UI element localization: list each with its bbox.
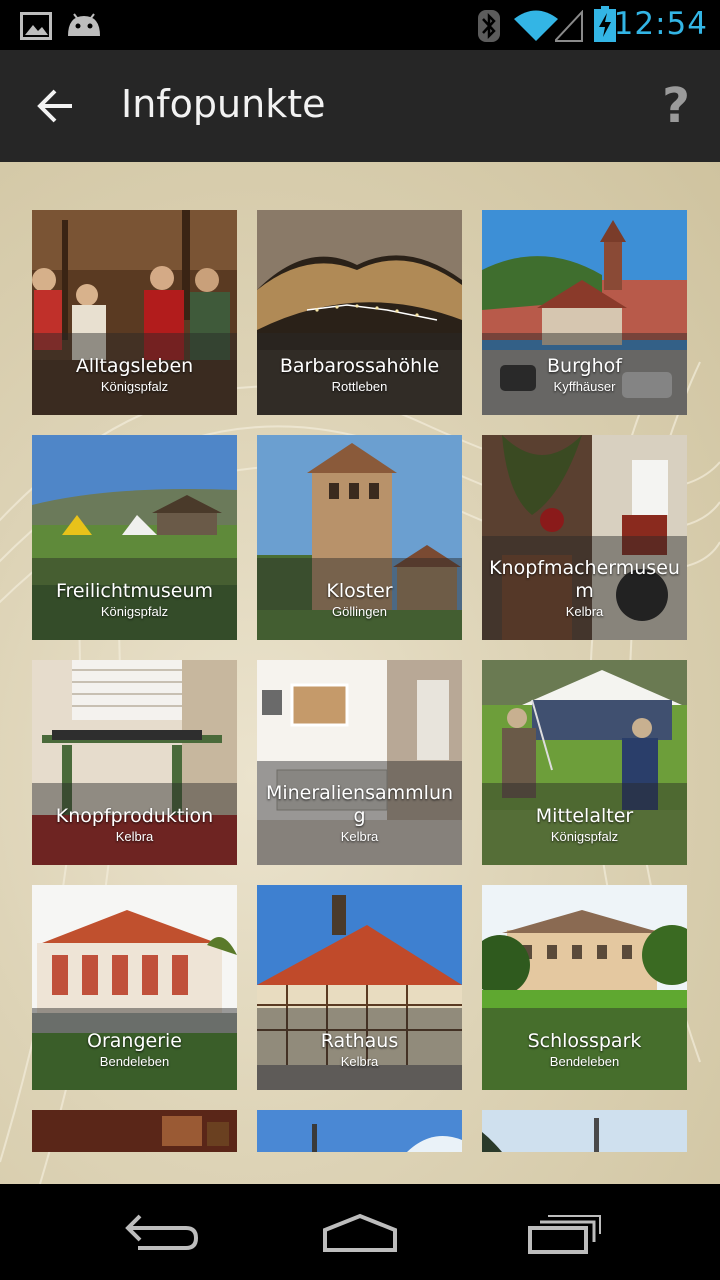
tile-caption: Knopfproduktion Kelbra — [32, 805, 237, 845]
tile-photo — [482, 1110, 687, 1152]
tile-name: Mittelalter — [535, 805, 634, 827]
tile-name: Orangerie — [87, 1030, 182, 1052]
info-tile-mittelalter[interactable]: Mittelalter Königspfalz — [482, 660, 687, 865]
signal-icon — [555, 10, 583, 42]
tile-caption: Rathaus Kelbra — [257, 1030, 462, 1070]
tile-name: Kloster — [326, 580, 393, 602]
status-bar: 12:54 — [0, 0, 720, 50]
content-area[interactable]: Alltagsleben Königspfalz Barbarossahöhle… — [0, 162, 720, 1184]
tile-caption: Freilichtmuseum Königspfalz — [32, 580, 237, 620]
tile-photo — [32, 1110, 237, 1152]
bluetooth-icon — [478, 10, 500, 42]
nav-back-button[interactable] — [116, 1206, 206, 1262]
tile-caption: Barbarossahöhle Rottleben — [257, 355, 462, 395]
tile-caption: Burghof Kyffhäuser — [482, 355, 687, 395]
android-notification-icon — [68, 13, 100, 36]
tile-place: Königspfalz — [100, 379, 169, 394]
info-tile-rathaus[interactable]: Rathaus Kelbra — [257, 885, 462, 1090]
image-notification-icon — [20, 12, 52, 40]
tile-caption: Schlosspark Bendeleben — [482, 1030, 687, 1070]
tile-caption: Mineraliensammlung Kelbra — [257, 782, 462, 845]
tile-caption: Mittelalter Königspfalz — [482, 805, 687, 845]
info-tile-barbarossahoehle[interactable]: Barbarossahöhle Rottleben — [257, 210, 462, 415]
arrow-left-icon — [37, 89, 72, 123]
info-tile-freilichtmuseum[interactable]: Freilichtmuseum Königspfalz — [32, 435, 237, 640]
tile-place: Göllingen — [332, 604, 387, 619]
info-tile-knopfproduktion[interactable]: Knopfproduktion Kelbra — [32, 660, 237, 865]
tile-name: Burghof — [547, 355, 622, 377]
tile-place: Kyffhäuser — [553, 379, 616, 394]
tile-name: Mineraliensammlung — [265, 782, 454, 827]
tile-place: Kelbra — [340, 829, 379, 844]
info-tile-mineraliensammlung[interactable]: Mineraliensammlung Kelbra — [257, 660, 462, 865]
info-tile-knopfmachermuseum[interactable]: Knopfmachermuseum Kelbra — [482, 435, 687, 640]
navigation-bar — [0, 1184, 720, 1280]
tile-caption: Orangerie Bendeleben — [32, 1030, 237, 1070]
tile-photo — [257, 1110, 462, 1152]
tile-caption: Alltagsleben Königspfalz — [32, 355, 237, 395]
page-title: Infopunkte — [121, 82, 326, 126]
status-clock: 12:54 — [613, 6, 708, 42]
tile-name: Barbarossahöhle — [279, 355, 440, 377]
info-tile-alltagsleben[interactable]: Alltagsleben Königspfalz — [32, 210, 237, 415]
tile-place: Bendeleben — [99, 1054, 170, 1069]
action-bar: Infopunkte ? — [0, 50, 720, 162]
tile-name: Alltagsleben — [75, 355, 194, 377]
info-tile-partial-2[interactable] — [257, 1110, 462, 1152]
tile-name: Rathaus — [320, 1030, 399, 1052]
info-tile-orangerie[interactable]: Orangerie Bendeleben — [32, 885, 237, 1090]
help-button[interactable]: ? — [662, 78, 690, 134]
tile-name: Freilichtmuseum — [55, 580, 214, 602]
nav-recent-button[interactable] — [518, 1206, 608, 1262]
tile-place: Königspfalz — [100, 604, 169, 619]
tile-place: Bendeleben — [549, 1054, 620, 1069]
tile-place: Kelbra — [340, 1054, 379, 1069]
back-button[interactable] — [26, 78, 86, 134]
tile-name: Schlosspark — [527, 1030, 642, 1052]
tile-name: Knopfproduktion — [55, 805, 214, 827]
wifi-icon — [514, 10, 558, 41]
info-tile-partial-3[interactable] — [482, 1110, 687, 1152]
tile-caption: Knopfmachermuseum Kelbra — [482, 557, 687, 620]
info-tile-schlosspark[interactable]: Schlosspark Bendeleben — [482, 885, 687, 1090]
info-tile-kloster[interactable]: Kloster Göllingen — [257, 435, 462, 640]
tile-place: Königspfalz — [550, 829, 619, 844]
info-tile-partial-1[interactable] — [32, 1110, 237, 1152]
nav-home-button[interactable] — [315, 1206, 405, 1262]
back-nav-icon — [125, 1214, 199, 1250]
tile-caption: Kloster Göllingen — [257, 580, 462, 620]
tile-place: Rottleben — [331, 379, 388, 394]
tile-place: Kelbra — [115, 829, 154, 844]
info-tile-burghof[interactable]: Burghof Kyffhäuser — [482, 210, 687, 415]
tile-place: Kelbra — [565, 604, 604, 619]
recent-apps-icon — [528, 1215, 601, 1254]
tile-name: Knopfmachermuseum — [489, 557, 680, 602]
home-nav-icon — [323, 1213, 397, 1252]
